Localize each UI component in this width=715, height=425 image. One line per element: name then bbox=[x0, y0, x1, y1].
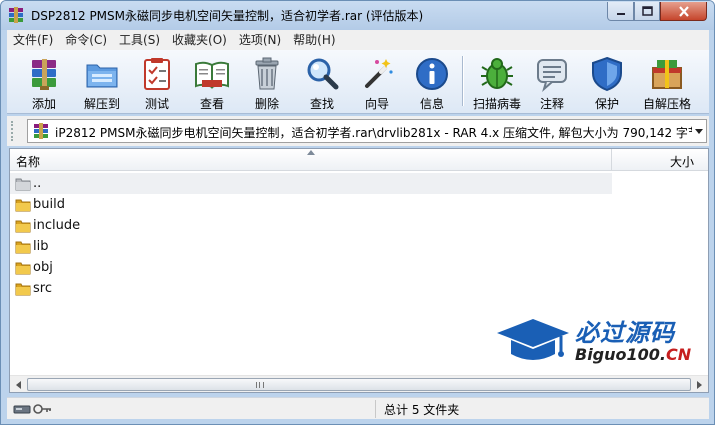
trash-icon bbox=[255, 57, 279, 90]
view-book-icon bbox=[195, 61, 229, 89]
toolbar: 添加 解压到 测试 查看 删除 查找 向导 信息 扫描病毒 注释 保护 自解压格 bbox=[7, 50, 709, 114]
close-icon bbox=[678, 5, 689, 17]
menu-help[interactable]: 帮助(H) bbox=[287, 30, 341, 50]
list-item-folder[interactable]: lib bbox=[10, 236, 612, 257]
folder-icon bbox=[15, 241, 31, 254]
info-button[interactable]: 信息 bbox=[405, 52, 459, 112]
file-name: obj bbox=[33, 260, 53, 275]
archive-icon bbox=[34, 123, 48, 139]
add-button[interactable]: 添加 bbox=[17, 52, 71, 112]
parent-folder-icon bbox=[15, 178, 31, 191]
list-item-parent[interactable]: .. bbox=[10, 173, 612, 194]
address-dropdown-button[interactable] bbox=[692, 120, 706, 142]
status-divider bbox=[375, 400, 376, 418]
folder-icon bbox=[15, 283, 31, 296]
chevron-down-icon bbox=[695, 128, 703, 134]
title-bar[interactable]: DSP2812 PMSM永磁同步电机空间矢量控制，适合初学者.rar (评估版本… bbox=[1, 1, 714, 30]
info-icon bbox=[416, 58, 448, 90]
window-title: DSP2812 PMSM永磁同步电机空间矢量控制，适合初学者.rar (评估版本… bbox=[31, 9, 424, 23]
column-header: 名称 大小 bbox=[10, 149, 708, 171]
sfx-button[interactable]: 自解压格 bbox=[640, 52, 694, 112]
watermark-en-prefix: Biguo100. bbox=[575, 345, 666, 364]
list-item-folder[interactable]: obj bbox=[10, 257, 612, 278]
list-item-folder[interactable]: src bbox=[10, 278, 612, 299]
extract-to-button[interactable]: 解压到 bbox=[75, 52, 129, 112]
minimize-icon bbox=[616, 13, 625, 15]
scroll-grip bbox=[256, 382, 264, 388]
winrar-app-icon bbox=[9, 7, 23, 23]
watermark: 必过源码 Biguo100.CN bbox=[495, 313, 705, 369]
status-summary: 总计 5 文件夹 bbox=[384, 403, 460, 417]
scroll-thumb[interactable] bbox=[27, 378, 691, 391]
magnifier-icon bbox=[307, 58, 339, 90]
file-name: include bbox=[33, 218, 81, 233]
test-icon bbox=[144, 58, 170, 90]
sort-ascending-icon bbox=[307, 150, 315, 155]
menu-options[interactable]: 选项(N) bbox=[233, 30, 287, 50]
file-rows: .. build include lib obj src bbox=[10, 173, 612, 299]
chevron-left-icon bbox=[16, 380, 21, 389]
column-name-header[interactable]: 名称 bbox=[16, 153, 40, 170]
horizontal-scrollbar[interactable] bbox=[10, 375, 708, 392]
address-path: iP2812 PMSM永磁同步电机空间矢量控制，适合初学者.rar\drvlib… bbox=[55, 126, 700, 140]
virus-scan-icon bbox=[481, 58, 513, 89]
menu-file[interactable]: 文件(F) bbox=[7, 30, 59, 50]
column-divider[interactable] bbox=[611, 149, 612, 171]
comment-icon bbox=[537, 59, 567, 92]
file-name: .. bbox=[33, 176, 42, 191]
column-size-header[interactable]: 大小 bbox=[670, 153, 694, 170]
sfx-box-icon bbox=[652, 60, 682, 89]
watermark-en-suffix: CN bbox=[666, 345, 692, 364]
watermark-en: Biguo100.CN bbox=[575, 345, 691, 364]
protect-label: 保护 bbox=[594, 97, 619, 111]
list-item-folder[interactable]: build bbox=[10, 194, 612, 215]
address-field[interactable]: iP2812 PMSM永磁同步电机空间矢量控制，适合初学者.rar\drvlib… bbox=[27, 119, 707, 143]
maximize-icon bbox=[641, 6, 653, 16]
drive-key-icon bbox=[13, 404, 51, 414]
wizard-button[interactable]: 向导 bbox=[350, 52, 404, 112]
menu-bar: 文件(F) 命令(C) 工具(S) 收藏夹(O) 选项(N) 帮助(H) bbox=[7, 30, 709, 50]
virus-scan-button[interactable]: 扫描病毒 bbox=[470, 52, 524, 112]
status-bar: 总计 5 文件夹 bbox=[7, 397, 709, 419]
comment-button[interactable]: 注释 bbox=[525, 52, 579, 112]
add-archive-icon bbox=[32, 59, 56, 90]
scroll-right-button[interactable] bbox=[691, 376, 708, 393]
folder-icon bbox=[15, 199, 31, 212]
address-bar: iP2812 PMSM永磁同步电机空间矢量控制，适合初学者.rar\drvlib… bbox=[7, 116, 709, 146]
watermark-cn: 必过源码 bbox=[575, 319, 675, 347]
info-label: 信息 bbox=[419, 97, 444, 111]
address-grip[interactable] bbox=[11, 121, 14, 141]
view-button[interactable]: 查看 bbox=[185, 52, 239, 112]
delete-button[interactable]: 删除 bbox=[240, 52, 294, 112]
test-button[interactable]: 测试 bbox=[130, 52, 184, 112]
add-label: 添加 bbox=[31, 97, 56, 111]
file-name: src bbox=[33, 281, 52, 296]
file-name: lib bbox=[33, 239, 49, 254]
chevron-right-icon bbox=[697, 380, 702, 389]
close-button[interactable] bbox=[660, 2, 707, 21]
protect-button[interactable]: 保护 bbox=[580, 52, 634, 112]
list-item-folder[interactable]: include bbox=[10, 215, 612, 236]
extract-to-icon bbox=[86, 64, 118, 88]
folder-icon bbox=[15, 220, 31, 233]
sfx-label: 自解压格 bbox=[642, 97, 691, 111]
wizard-wand-icon bbox=[365, 59, 393, 88]
maximize-button[interactable] bbox=[634, 2, 660, 21]
folder-icon bbox=[15, 262, 31, 275]
winrar-window: DSP2812 PMSM永磁同步电机空间矢量控制，适合初学者.rar (评估版本… bbox=[0, 0, 715, 425]
menu-commands[interactable]: 命令(C) bbox=[59, 30, 113, 50]
menu-tools[interactable]: 工具(S) bbox=[113, 30, 166, 50]
minimize-button[interactable] bbox=[607, 2, 634, 21]
menu-favorites[interactable]: 收藏夹(O) bbox=[166, 30, 233, 50]
shield-icon bbox=[592, 56, 622, 92]
find-button[interactable]: 查找 bbox=[295, 52, 349, 112]
scroll-left-button[interactable] bbox=[10, 376, 27, 393]
file-name: build bbox=[33, 197, 65, 212]
graduation-cap-icon bbox=[497, 319, 569, 360]
